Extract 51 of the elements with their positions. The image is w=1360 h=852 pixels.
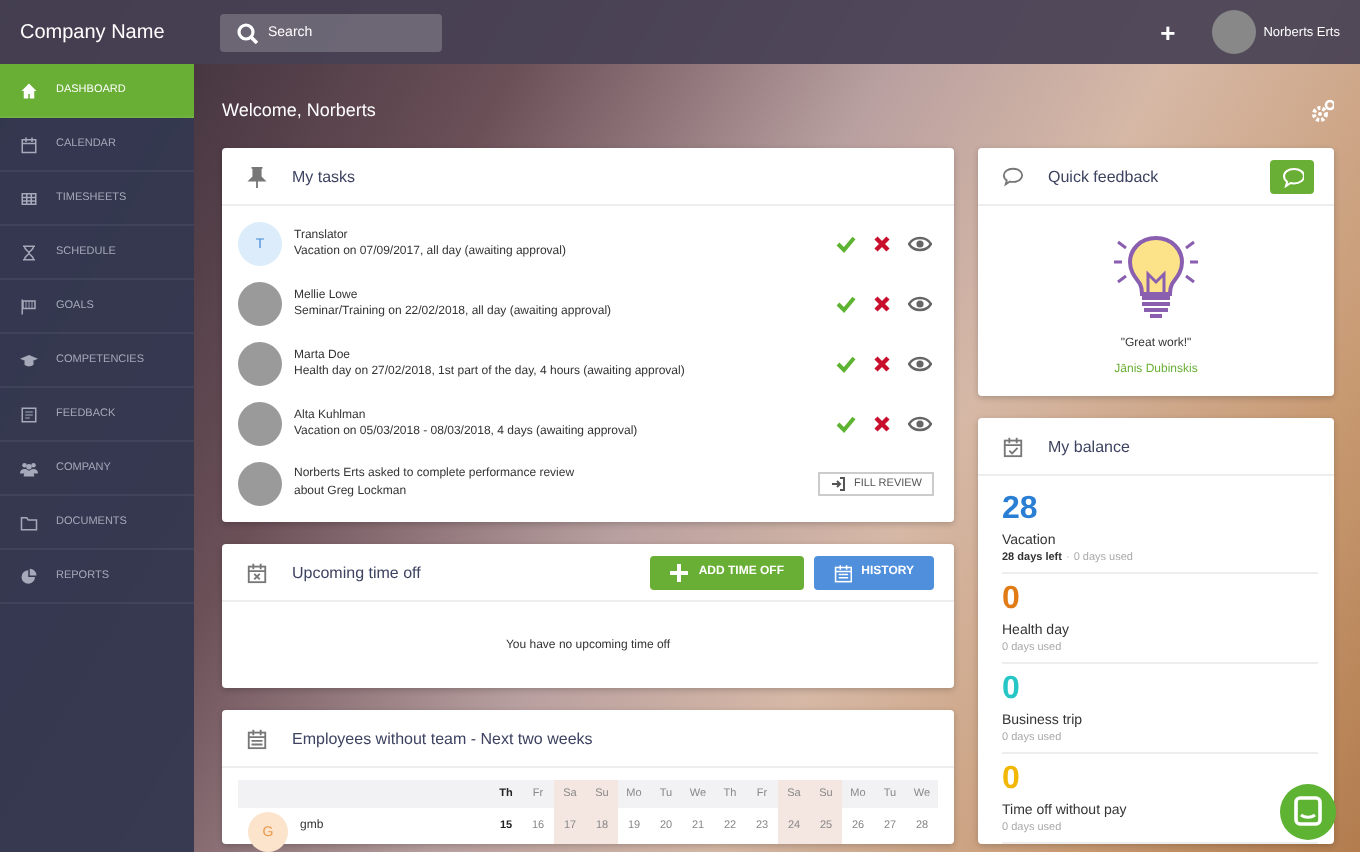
flag-icon [20,297,38,315]
speech-bubble-icon [1281,165,1303,187]
close-icon[interactable] [872,354,892,374]
calendar-icon [20,135,38,153]
pin-icon [246,165,268,187]
company-name: Company Name [20,21,167,43]
calendar-icon [246,561,268,583]
calendar-icon [834,561,852,583]
calendar-check-icon [1002,435,1024,457]
card-title: Upcoming time off [292,563,421,581]
hourglass-icon [20,243,38,261]
balance-number: 0 [1002,670,1022,710]
people-icon [20,459,38,477]
balance-number: 28 [1002,490,1040,530]
close-icon[interactable] [872,414,892,434]
avatar-placeholder [238,342,282,386]
card-title: My tasks [292,167,356,185]
chat-icon[interactable] [1280,784,1336,840]
sign-in-icon [829,476,846,492]
pie-chart-icon [20,567,38,585]
check-icon[interactable] [836,414,856,434]
folder-icon [20,513,38,531]
feedback-icon [20,405,38,423]
feedback-button[interactable] [1270,159,1314,193]
eye-icon[interactable] [908,234,932,254]
add-button[interactable]: + [1160,17,1176,47]
home-icon [20,81,38,99]
eye-icon[interactable] [908,414,932,434]
card-title: Quick feedback [1048,167,1159,185]
balance-number: 0 [1002,760,1022,800]
close-icon[interactable] [872,234,892,254]
user-avatar[interactable] [1211,10,1256,54]
check-icon[interactable] [836,234,856,254]
balance-number: 0 [1002,580,1022,620]
graduation-cap-icon [20,351,38,369]
avatar-placeholder [238,462,282,506]
eye-icon[interactable] [908,354,932,374]
check-icon[interactable] [836,294,856,314]
card-title: My balance [1048,437,1130,455]
welcome-heading: Welcome, Norberts [222,99,376,119]
check-icon[interactable] [836,354,856,374]
table-icon [20,189,38,207]
avatar-placeholder [238,402,282,446]
close-icon[interactable] [872,294,892,314]
card-title: Employees without team - Next two weeks [292,729,593,747]
calendar-icon [246,727,268,749]
speech-bubble-icon [1002,165,1024,187]
eye-icon[interactable] [908,294,932,314]
avatar-placeholder [238,282,282,326]
plus-icon [670,563,689,581]
search-icon [236,21,258,43]
